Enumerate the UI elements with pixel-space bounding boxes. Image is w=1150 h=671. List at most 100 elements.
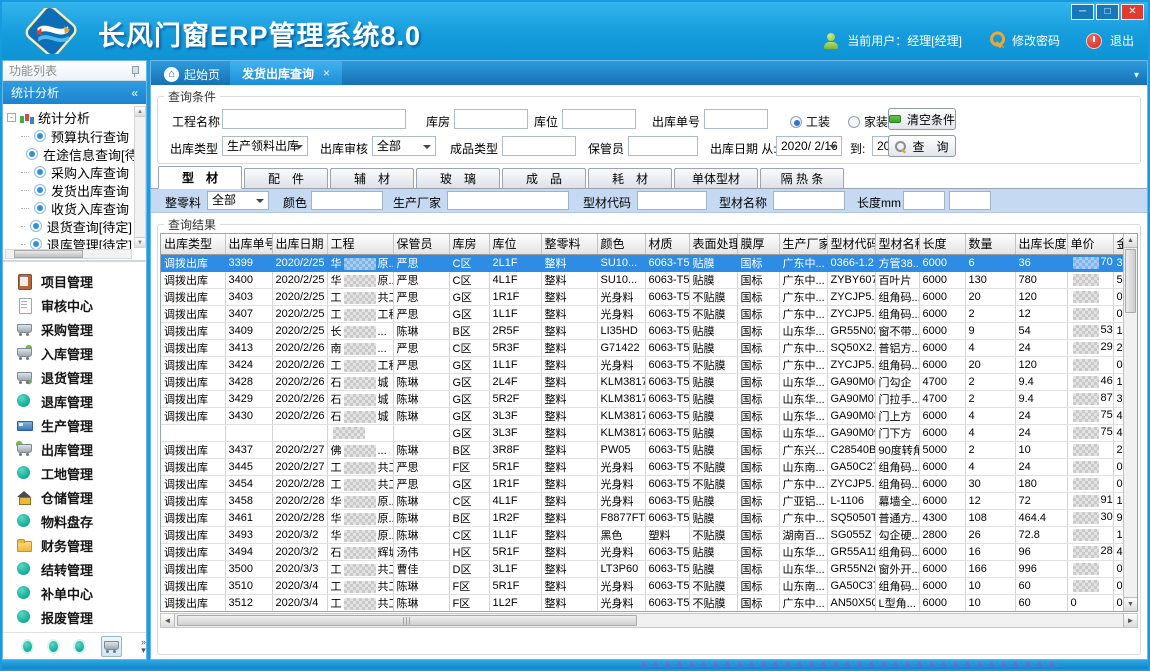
outbound-no-input[interactable] xyxy=(704,109,768,129)
tree-item[interactable]: 发货出库查询 xyxy=(7,181,132,199)
location-input[interactable] xyxy=(562,109,636,129)
vertical-scroll-thumb[interactable] xyxy=(1125,249,1136,313)
tree-item[interactable]: 在途信息查询[待 xyxy=(7,145,132,163)
change-password-link[interactable]: 修改密码 xyxy=(1012,32,1060,49)
material-tab[interactable]: 单体型材 xyxy=(674,168,758,188)
tree-item[interactable]: 预算执行查询 xyxy=(7,127,132,145)
scroll-right-icon[interactable]: ► xyxy=(1123,614,1137,627)
clear-conditions-button[interactable]: 清空条件 xyxy=(888,108,956,130)
audit-select[interactable]: 全部 xyxy=(372,136,436,156)
module-生产管理[interactable]: 生产管理 xyxy=(3,413,146,437)
column-header-quantity[interactable]: 数量 xyxy=(965,234,1015,254)
column-header-surface[interactable]: 表面处理 xyxy=(689,234,737,254)
column-header-film-thickness[interactable]: 膜厚 xyxy=(737,234,779,254)
table-row[interactable]: 调拨出库34612020/2/28华原...陈琳B区1R2F整料F8877FT6… xyxy=(161,509,1133,526)
table-row[interactable]: 调拨出库35102020/3/4工共工程陈琳F区5R1F整料光身料6063-T5… xyxy=(161,577,1133,594)
module-补单中心[interactable]: 补单中心 xyxy=(3,581,146,605)
table-row[interactable]: 调拨出库34002020/2/25华原...严思C区4L1F整料SU10...6… xyxy=(161,271,1133,288)
column-header-warehouse[interactable]: 库房 xyxy=(449,234,489,254)
tab-home[interactable]: ⌂ 起始页 xyxy=(154,63,230,85)
table-row[interactable]: 调拨出库33992020/2/25华原...严思C区2L1F整料SU10...6… xyxy=(161,254,1133,271)
module-退库管理[interactable]: 退库管理 xyxy=(3,389,146,413)
column-header-whole-part[interactable]: 整零料 xyxy=(541,234,597,254)
material-tab[interactable]: 成 品 xyxy=(502,168,586,188)
tree-root[interactable]: - 统计分析 xyxy=(7,107,132,127)
module-报废管理[interactable]: 报废管理 xyxy=(3,605,146,629)
module-仓储管理[interactable]: 仓储管理 xyxy=(3,485,146,509)
table-row[interactable]: 调拨出库34032020/2/25工共工程严思G区1R1F整料光身料6063-T… xyxy=(161,288,1133,305)
table-row[interactable]: 调拨出库34452020/2/27工共工程严思F区5R1F整料光身料6063-T… xyxy=(161,458,1133,475)
column-header-outbound-type[interactable]: 出库类型 xyxy=(161,234,225,254)
module-项目管理[interactable]: 项目管理 xyxy=(3,269,146,293)
module-overflow-button[interactable]: » ▾ xyxy=(141,638,146,654)
scroll-down-icon[interactable]: ▼ xyxy=(1124,597,1137,611)
table-row[interactable]: 调拨出库34132020/2/26南...严思C区5R3F整料G71422606… xyxy=(161,339,1133,356)
module-退货管理[interactable]: 退货管理 xyxy=(3,365,146,389)
manufacturer-input[interactable] xyxy=(447,191,569,210)
column-header-outbound-length[interactable]: 出库长度 xyxy=(1015,234,1067,254)
radio-work-install[interactable]: 工装 xyxy=(790,113,830,130)
column-header-outbound-date[interactable]: 出库日期 xyxy=(272,234,327,254)
material-tab[interactable]: 隔 热 条 xyxy=(760,168,844,188)
color-input[interactable] xyxy=(311,191,383,210)
table-row[interactable]: 调拨出库35122020/3/4工共工程陈琳F区1L2F整料光身料6063-T5… xyxy=(161,594,1133,611)
sidebar-group-header[interactable]: 统计分析 « xyxy=(3,81,146,104)
table-row[interactable]: 调拨出库34372020/2/27佛...陈琳B区3R8F整料PW056063-… xyxy=(161,441,1133,458)
column-header-color[interactable]: 颜色 xyxy=(597,234,645,254)
module-财务管理[interactable]: 财务管理 xyxy=(3,533,146,557)
column-header-manufacturer[interactable]: 生产厂家 xyxy=(779,234,827,254)
table-row[interactable]: 调拨出库34072020/2/25工工程严思G区1L1F整料光身料6063-T5… xyxy=(161,305,1133,322)
module-工地管理[interactable]: 工地管理 xyxy=(3,461,146,485)
column-header-profile-name[interactable]: 型材名称 xyxy=(875,234,919,254)
pin-icon[interactable] xyxy=(130,65,140,77)
tab-close-icon[interactable]: × xyxy=(323,66,330,80)
date-from-select[interactable]: 2020/ 2/16 xyxy=(776,136,842,156)
grid-horizontal-scrollbar[interactable]: ◄ ||| ► xyxy=(160,613,1138,628)
module-dot-button[interactable] xyxy=(49,641,58,652)
tree-item[interactable]: 退货查询[待定] xyxy=(7,217,132,235)
column-header-outbound-no[interactable]: 出库单号 xyxy=(225,234,272,254)
table-row[interactable]: 调拨出库34942020/3/2石辉城汤伟H区5R1F整料光身料6063-T5贴… xyxy=(161,543,1133,560)
scroll-up-icon[interactable]: ▲ xyxy=(1124,234,1137,248)
grid-vertical-scrollbar[interactable]: ▲ ▼ xyxy=(1123,234,1137,611)
tree-expander-icon[interactable]: - xyxy=(7,113,16,122)
maximize-button[interactable]: □ xyxy=(1096,4,1119,20)
profile-name-input[interactable] xyxy=(773,191,845,210)
column-header-project[interactable]: 工程 xyxy=(327,234,393,254)
profile-code-input[interactable] xyxy=(637,191,707,210)
warehouse-input[interactable] xyxy=(454,109,528,129)
column-header-profile-code[interactable]: 型材代码 xyxy=(827,234,875,254)
tree-item[interactable]: 采购入库查询 xyxy=(7,163,132,181)
minimize-button[interactable]: ─ xyxy=(1071,4,1094,20)
tree-horizontal-scrollbar[interactable] xyxy=(5,249,132,259)
module-dot-button[interactable] xyxy=(23,641,32,652)
table-row[interactable]: G区3L3F整料KLM38176063-T5贴膜国标山东华...GA90M09.… xyxy=(161,424,1133,441)
column-header-location[interactable]: 库位 xyxy=(489,234,541,254)
tree-item[interactable]: 收货入库查询 xyxy=(7,199,132,217)
column-header-length[interactable]: 长度 xyxy=(919,234,965,254)
table-row[interactable]: 调拨出库34932020/3/2华原...陈琳C区1L1F整料黑色塑料不贴膜国标… xyxy=(161,526,1133,543)
material-tab[interactable]: 玻 璃 xyxy=(416,168,500,188)
material-tab[interactable]: 型 材 xyxy=(158,166,242,189)
table-row[interactable]: 调拨出库35002020/3/3工共工程曹佳D区3L1F整料LT3P606063… xyxy=(161,560,1133,577)
module-审核中心[interactable]: 审核中心 xyxy=(3,293,146,317)
module-出库管理[interactable]: 出库管理 xyxy=(3,437,146,461)
column-header-material[interactable]: 材质 xyxy=(645,234,689,254)
table-row[interactable]: 调拨出库34302020/2/26石城陈琳G区3L3F整料KLM38176063… xyxy=(161,407,1133,424)
scroll-left-icon[interactable]: ◄ xyxy=(161,614,175,627)
module-采购管理[interactable]: 采购管理 xyxy=(3,317,146,341)
tab-list-dropdown-icon[interactable]: ▾ xyxy=(1134,70,1139,81)
table-row[interactable]: 调拨出库34542020/2/28工共工程严思G区1R1F整料光身料6063-T… xyxy=(161,475,1133,492)
table-row[interactable]: 调拨出库34092020/2/25长...陈琳B区2R5F整料LI35HD606… xyxy=(161,322,1133,339)
close-button[interactable]: ✕ xyxy=(1121,4,1144,20)
keeper-input[interactable] xyxy=(628,136,698,156)
project-name-input[interactable] xyxy=(222,109,406,129)
table-row[interactable]: 调拨出库34242020/2/26工工程严思G区1L1F整料光身料6063-T5… xyxy=(161,356,1133,373)
table-row[interactable]: 调拨出库34582020/2/28华原...陈琳C区4L1F整料光身料6063-… xyxy=(161,492,1133,509)
module-入库管理[interactable]: 入库管理 xyxy=(3,341,146,365)
length-min-input[interactable] xyxy=(903,191,945,210)
table-row[interactable]: 调拨出库34292020/2/26石城陈琳G区5R2F整料KLM38176063… xyxy=(161,390,1133,407)
length-max-input[interactable] xyxy=(949,191,991,210)
whole-part-select[interactable]: 全部 xyxy=(207,191,269,210)
logout-link[interactable]: 退出 xyxy=(1110,32,1134,49)
